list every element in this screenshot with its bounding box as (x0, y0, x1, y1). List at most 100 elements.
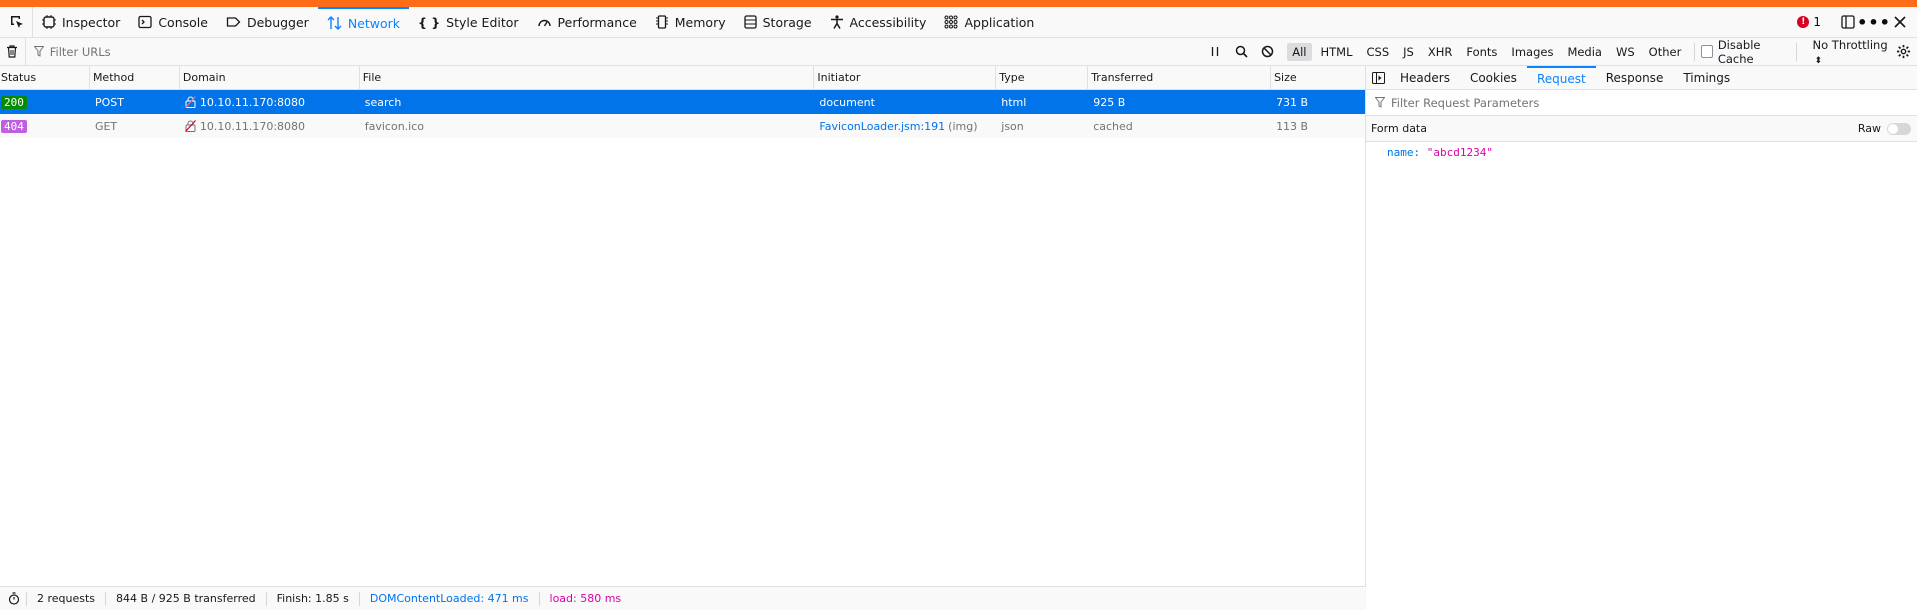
type-filter-html[interactable]: HTML (1316, 43, 1358, 61)
initiator-link[interactable]: FaviconLoader.jsm:191 (819, 120, 945, 133)
accessibility-icon (830, 15, 843, 29)
error-count: 1 (1813, 15, 1821, 29)
tab-headers[interactable]: Headers (1390, 66, 1460, 89)
type-filter-ws[interactable]: WS (1611, 43, 1640, 61)
toggle-sidebar-button[interactable] (1366, 66, 1390, 89)
grid-icon (944, 15, 958, 29)
updown-icon: ⬍ (1814, 55, 1823, 66)
status-cell: 200 (0, 90, 90, 114)
element-picker-button[interactable] (2, 7, 33, 37)
type-filter-all[interactable]: All (1287, 42, 1312, 61)
type-filter-images[interactable]: Images (1506, 43, 1558, 61)
insecure-lock-icon (184, 120, 196, 132)
request-type-filters: All HTML CSS JS XHR Fonts Images Media W… (1285, 42, 1688, 61)
request-count: 2 requests (27, 591, 107, 606)
tab-label: Debugger (246, 14, 309, 30)
domain-cell: 10.10.11.170:8080 (180, 90, 360, 114)
column-header-method[interactable]: Method (90, 66, 180, 89)
type-cell: json (1001, 119, 1024, 133)
tab-label: Accessibility (849, 14, 927, 30)
column-header-status[interactable]: Status (0, 66, 90, 89)
form-data-header: Form data Raw (1366, 116, 1917, 142)
type-filter-media[interactable]: Media (1562, 43, 1607, 61)
divider (1795, 42, 1797, 61)
tab-debugger[interactable]: Debugger (217, 7, 318, 37)
tab-request[interactable]: Request (1526, 66, 1596, 89)
gauge-icon (537, 19, 551, 27)
filter-params-input[interactable]: Filter Request Parameters (1366, 90, 1917, 116)
filter-urls-placeholder: Filter URLs (49, 44, 111, 59)
column-header-domain[interactable]: Domain (180, 66, 360, 89)
tab-network[interactable]: Network (317, 7, 410, 37)
braces-icon: { } (418, 14, 441, 30)
table-row[interactable]: 200 POST 10.10.11.170:8080 search docume… (0, 90, 1365, 114)
tab-memory[interactable]: Memory (646, 7, 735, 37)
tab-performance[interactable]: Performance (528, 7, 646, 37)
tab-label: Network (347, 15, 401, 31)
status-badge: 200 (1, 95, 27, 109)
storage-icon (743, 15, 757, 29)
type-filter-css[interactable]: CSS (1362, 43, 1395, 61)
clear-requests-button[interactable] (0, 38, 26, 65)
network-summary-bar: 2 requests 844 B / 925 B transferred Fin… (0, 586, 1366, 610)
request-list: Status Method Domain File Initiator Type… (0, 66, 1366, 586)
file-cell: search (364, 95, 402, 109)
console-icon (138, 15, 152, 29)
block-icon (1262, 45, 1274, 58)
tab-label: Console (158, 14, 208, 30)
disable-cache-checkbox[interactable] (1701, 45, 1713, 58)
close-devtools-button[interactable] (1887, 7, 1913, 37)
param-value: "abcd1234" (1426, 146, 1493, 159)
close-icon (1894, 16, 1906, 28)
tab-response[interactable]: Response (1596, 66, 1674, 89)
type-filter-xhr[interactable]: XHR (1423, 43, 1458, 61)
table-row[interactable]: 404 GET 10.10.11.170:8080 favicon.ico Fa… (0, 114, 1365, 138)
disable-cache-toggle[interactable]: Disable Cache (1701, 38, 1789, 66)
network-settings-button[interactable] (1891, 44, 1917, 59)
tab-console[interactable]: Console (129, 7, 217, 37)
throttling-select[interactable]: No Throttling ⬍ (1813, 38, 1891, 66)
column-header-transferred[interactable]: Transferred (1088, 66, 1272, 89)
tab-cookies[interactable]: Cookies (1460, 66, 1527, 89)
type-filter-other[interactable]: Other (1644, 43, 1687, 61)
pause-icon (1211, 47, 1219, 56)
tab-inspector[interactable]: Inspector (33, 7, 129, 37)
picker-icon (11, 16, 23, 28)
column-header-size[interactable]: Size (1271, 66, 1365, 89)
error-count-badge[interactable]: ! 1 (1797, 15, 1821, 29)
raw-toggle[interactable]: Raw (1858, 122, 1911, 135)
finish-time: Finish: 1.85 s (267, 591, 360, 606)
tab-style-editor[interactable]: { } Style Editor (409, 7, 528, 37)
tab-application[interactable]: Application (935, 7, 1043, 37)
divider (1694, 42, 1696, 61)
column-header-initiator[interactable]: Initiator (814, 66, 997, 89)
tab-label: Application (964, 14, 1035, 30)
block-requests-button[interactable] (1255, 38, 1282, 65)
status-badge: 404 (1, 119, 27, 133)
more-options-button[interactable]: ••• (1857, 7, 1890, 37)
type-filter-fonts[interactable]: Fonts (1461, 43, 1502, 61)
network-icon (327, 16, 342, 30)
search-button[interactable] (1228, 38, 1255, 65)
request-details-panel: Headers Cookies Request Response Timings… (1366, 66, 1917, 601)
pause-button[interactable] (1202, 38, 1229, 65)
tab-timings[interactable]: Timings (1673, 66, 1740, 89)
funnel-icon (33, 46, 44, 57)
network-filter-toolbar: Filter URLs All HTML CSS JS XHR Fonts Im… (0, 38, 1917, 66)
column-header-file[interactable]: File (360, 66, 815, 89)
raw-switch[interactable] (1887, 122, 1911, 135)
debugger-icon (226, 17, 241, 27)
filter-urls-input[interactable]: Filter URLs (26, 38, 1202, 65)
column-header-type[interactable]: Type (996, 66, 1089, 89)
performance-analysis-button[interactable] (0, 591, 27, 606)
tab-label: Inspector (62, 14, 121, 30)
domain-cell: 10.10.11.170:8080 (180, 114, 360, 138)
tab-label: Performance (557, 14, 637, 30)
tab-accessibility[interactable]: Accessibility (821, 7, 936, 37)
initiator-text: document (819, 95, 875, 109)
trash-icon (7, 45, 18, 58)
type-filter-js[interactable]: JS (1398, 43, 1419, 61)
method-cell: GET (94, 119, 118, 133)
tab-storage[interactable]: Storage (735, 7, 821, 37)
form-param: name: "abcd1234" (1366, 142, 1917, 159)
